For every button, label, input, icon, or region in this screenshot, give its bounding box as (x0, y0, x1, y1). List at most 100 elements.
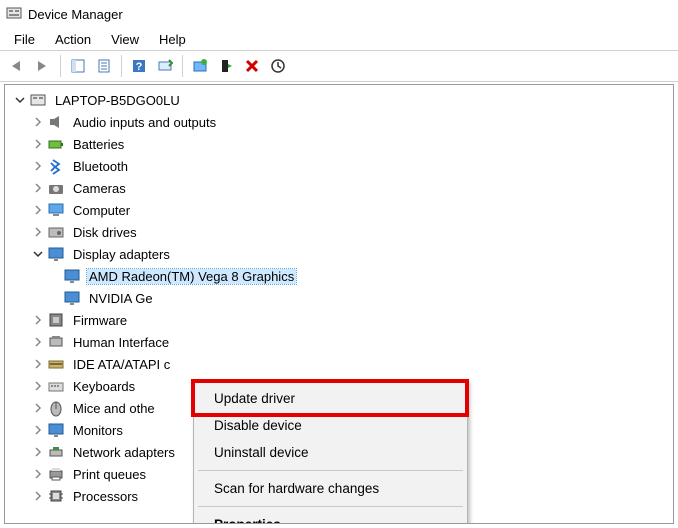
tree-category[interactable]: IDE ATA/ATAPI c (5, 353, 673, 375)
tree-category[interactable]: Audio inputs and outputs (5, 111, 673, 133)
context-menu: Update driver Disable device Uninstall d… (193, 380, 468, 524)
ctx-separator (198, 506, 463, 507)
display-icon (63, 289, 81, 307)
tree-label: Disk drives (71, 225, 139, 240)
tree-label: Firmware (71, 313, 129, 328)
tree-device[interactable]: NVIDIA Ge (5, 287, 673, 309)
expander-icon[interactable] (31, 247, 45, 261)
tree-label: Display adapters (71, 247, 172, 262)
forward-button[interactable] (30, 53, 56, 79)
menu-action[interactable]: Action (45, 30, 101, 49)
tree-category[interactable]: Batteries (5, 133, 673, 155)
battery-icon (47, 135, 65, 153)
tree-category[interactable]: Bluetooth (5, 155, 673, 177)
firmware-icon (47, 311, 65, 329)
tree-root-node[interactable]: LAPTOP-B5DGO0LU (5, 89, 673, 111)
tree-label: Monitors (71, 423, 125, 438)
toolbar: ? (0, 50, 678, 82)
hid-icon (47, 333, 65, 351)
tree-category[interactable]: Firmware (5, 309, 673, 331)
tree-label: Computer (71, 203, 132, 218)
display-icon (47, 421, 65, 439)
device-tree[interactable]: LAPTOP-B5DGO0LU Audio inputs and outputs B… (4, 84, 674, 524)
tree-label: Processors (71, 489, 140, 504)
expander-icon[interactable] (31, 159, 45, 173)
bluetooth-icon (47, 157, 65, 175)
tree-label: Batteries (71, 137, 126, 152)
computer-icon (47, 201, 65, 219)
ctx-properties[interactable]: Properties (196, 511, 465, 524)
keyboard-icon (47, 377, 65, 395)
tree-label: Human Interface (71, 335, 171, 350)
ctx-disable-device[interactable]: Disable device (196, 412, 465, 439)
menu-view[interactable]: View (101, 30, 149, 49)
title-bar: Device Manager (0, 0, 678, 28)
properties-button[interactable] (91, 53, 117, 79)
tree-category[interactable]: Display adapters (5, 243, 673, 265)
enable-device-button[interactable] (265, 53, 291, 79)
printer-icon (47, 465, 65, 483)
tree-label: Bluetooth (71, 159, 130, 174)
tree-category[interactable]: Cameras (5, 177, 673, 199)
tree-category[interactable]: Computer (5, 199, 673, 221)
expander-icon[interactable] (31, 335, 45, 349)
expander-icon[interactable] (31, 115, 45, 129)
tree-label: LAPTOP-B5DGO0LU (53, 93, 182, 108)
uninstall-device-button[interactable] (239, 53, 265, 79)
expander-icon[interactable] (31, 313, 45, 327)
expander-icon[interactable] (31, 357, 45, 371)
computer-icon (29, 91, 47, 109)
scan-hardware-button[interactable] (152, 53, 178, 79)
tree-category[interactable]: Disk drives (5, 221, 673, 243)
ctx-uninstall-device[interactable]: Uninstall device (196, 439, 465, 466)
ctx-separator (198, 470, 463, 471)
expander-icon[interactable] (31, 445, 45, 459)
display-icon (63, 267, 81, 285)
tree-label: Audio inputs and outputs (71, 115, 218, 130)
expander-icon[interactable] (31, 489, 45, 503)
menu-file[interactable]: File (4, 30, 45, 49)
speaker-icon (47, 113, 65, 131)
camera-icon (47, 179, 65, 197)
menu-bar: File Action View Help (0, 28, 678, 50)
tree-label: Network adapters (71, 445, 177, 460)
help-button[interactable]: ? (126, 53, 152, 79)
back-button[interactable] (4, 53, 30, 79)
tree-label: IDE ATA/ATAPI c (71, 357, 172, 372)
network-icon (47, 443, 65, 461)
display-icon (47, 245, 65, 263)
tree-label: Mice and othe (71, 401, 157, 416)
expander-icon[interactable] (31, 423, 45, 437)
svg-text:?: ? (136, 61, 143, 73)
toolbar-separator (121, 55, 122, 77)
expander-icon[interactable] (31, 467, 45, 481)
cpu-icon (47, 487, 65, 505)
tree-label: Keyboards (71, 379, 137, 394)
app-icon (6, 6, 22, 22)
tree-label: Cameras (71, 181, 128, 196)
ctx-update-driver[interactable]: Update driver (196, 385, 465, 412)
ide-icon (47, 355, 65, 373)
ctx-scan-hardware[interactable]: Scan for hardware changes (196, 475, 465, 502)
expander-icon[interactable] (13, 93, 27, 107)
mouse-icon (47, 399, 65, 417)
tree-device[interactable]: AMD Radeon(TM) Vega 8 Graphics (5, 265, 673, 287)
toolbar-separator (182, 55, 183, 77)
disk-icon (47, 223, 65, 241)
expander-icon[interactable] (31, 203, 45, 217)
window-title: Device Manager (28, 7, 123, 22)
toolbar-separator (60, 55, 61, 77)
expander-icon[interactable] (31, 181, 45, 195)
expander-icon[interactable] (31, 379, 45, 393)
tree-label: AMD Radeon(TM) Vega 8 Graphics (87, 269, 296, 284)
disable-device-button[interactable] (213, 53, 239, 79)
tree-category[interactable]: Human Interface (5, 331, 673, 353)
tree-label: NVIDIA Ge (87, 291, 155, 306)
menu-help[interactable]: Help (149, 30, 196, 49)
show-hide-tree-button[interactable] (65, 53, 91, 79)
update-driver-button[interactable] (187, 53, 213, 79)
expander-icon[interactable] (31, 137, 45, 151)
expander-icon[interactable] (31, 401, 45, 415)
tree-label: Print queues (71, 467, 148, 482)
expander-icon[interactable] (31, 225, 45, 239)
